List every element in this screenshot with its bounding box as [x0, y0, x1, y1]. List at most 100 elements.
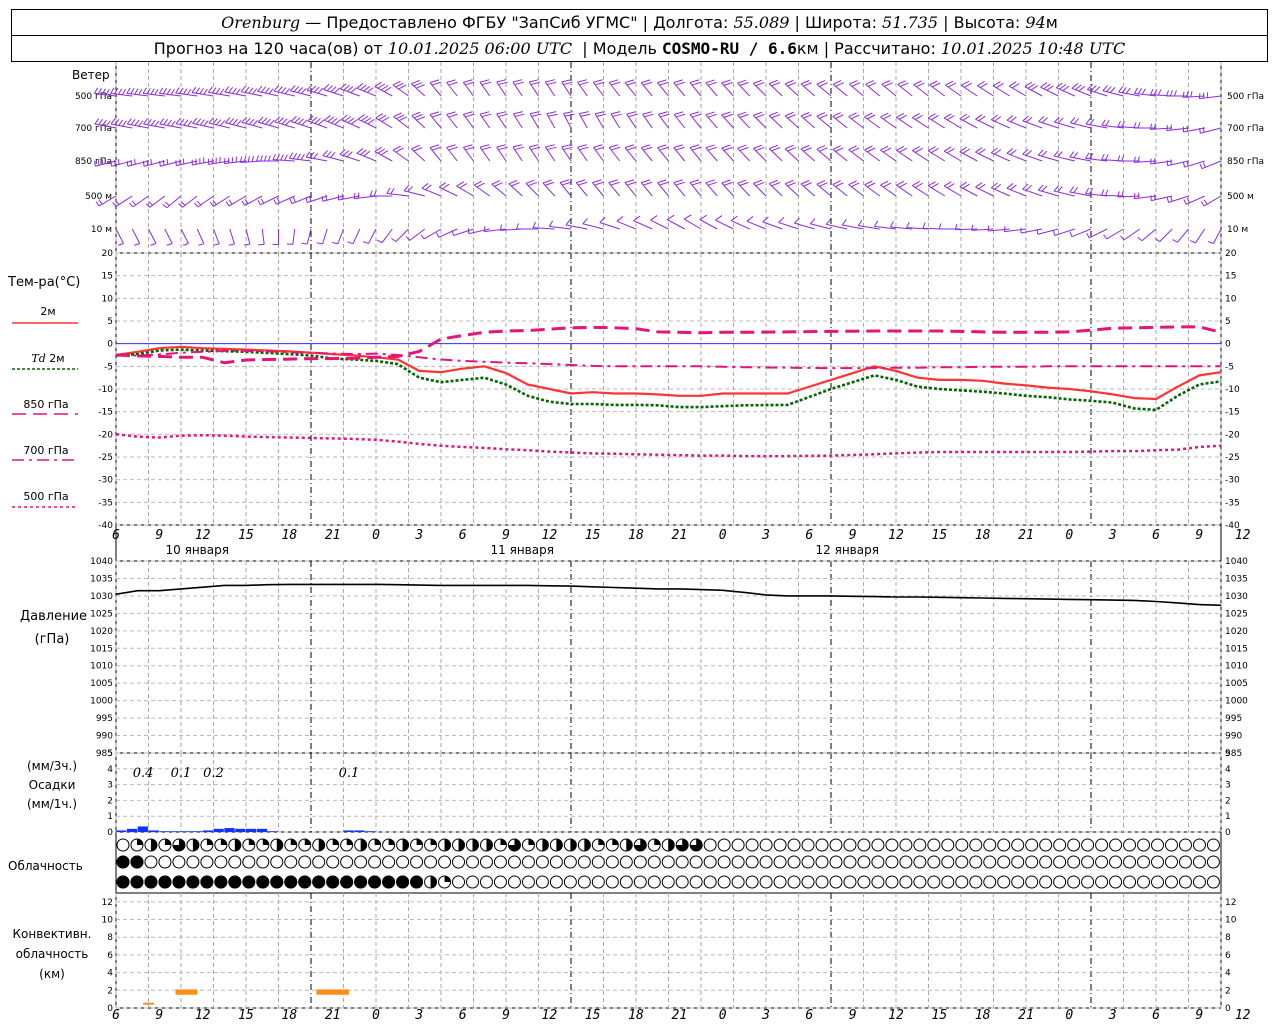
- wind-barb-flag: [154, 120, 160, 127]
- cloud-low: [731, 875, 745, 889]
- wind-barb-flag: [431, 146, 442, 151]
- xtick-bottom: 21: [1018, 1008, 1034, 1023]
- wind-barb-flag: [990, 147, 998, 154]
- wind-barb-flag: [1085, 187, 1090, 194]
- wind-barb-flag: [564, 113, 575, 117]
- wind-barb-flag: [207, 86, 213, 93]
- wind-barb-flag: [264, 87, 270, 94]
- wind-barb-flag: [737, 179, 747, 184]
- cloud-mid-full: [116, 855, 130, 869]
- wind-barb-staff: [896, 149, 913, 162]
- wind-barb-flag: [896, 145, 905, 151]
- wind-barb-flag: [897, 80, 906, 85]
- wind-barb-staff: [429, 82, 442, 97]
- cloud-high-part: [500, 839, 507, 845]
- wind-barb-flag: [1043, 83, 1051, 90]
- cloud-high: [1151, 838, 1165, 852]
- wind-barb-flag: [532, 221, 536, 228]
- wind-barb-flag: [1105, 189, 1109, 196]
- wind-barb-flag: [979, 82, 988, 88]
- xtick-temp: 0: [372, 528, 380, 543]
- cloud-low: [466, 875, 479, 889]
- cloud-low-full: [354, 875, 368, 889]
- wind-barb-flag: [416, 116, 426, 121]
- wind-barb-flag: [582, 218, 588, 225]
- wind-barb-flag: [898, 147, 907, 153]
- wind-barb-flag: [835, 182, 844, 187]
- wind-barb-flag: [284, 154, 288, 161]
- wind-barb-flag: [641, 144, 651, 149]
- cloud-mid: [1206, 855, 1220, 869]
- wind-barb-staff: [975, 151, 994, 162]
- wind-barb-flag: [268, 88, 274, 95]
- cloud-low: [703, 875, 717, 889]
- cloud-low: [997, 875, 1011, 889]
- wind-barb-staff: [616, 220, 637, 230]
- wind-barb-flag: [691, 113, 702, 118]
- xtick-temp: 12: [542, 528, 558, 543]
- cloud-low: [605, 875, 619, 889]
- wind-barb-flag: [256, 155, 259, 162]
- wind-barb-flag: [346, 151, 353, 158]
- wind-barb-staff: [832, 83, 848, 97]
- wind-barb-flag: [512, 144, 523, 148]
- wind-barb-flag: [851, 114, 860, 120]
- cloud-high-part: [374, 839, 381, 845]
- wind-barb-flag: [1125, 87, 1131, 94]
- cloud-high-part: [318, 839, 325, 851]
- wind-barb-flag: [163, 119, 169, 126]
- cloud-high: [899, 838, 913, 852]
- xtick-temp: 0: [719, 528, 727, 543]
- wind-barb-flag: [707, 181, 717, 186]
- wind-barb-staff: [115, 228, 124, 244]
- wind-barb-flag: [612, 113, 622, 117]
- wind-barb-flag: [628, 113, 638, 118]
- wind-barb-flag: [848, 145, 857, 151]
- ytick-right-prec: 0: [1225, 828, 1231, 838]
- cloud-low: [549, 875, 563, 889]
- cloud-low-part: [444, 876, 451, 882]
- cloud-high-part: [584, 839, 591, 851]
- xtick-temp: 21: [1018, 528, 1034, 543]
- wind-barb-staff: [322, 155, 344, 162]
- xtick-temp: 15: [932, 528, 948, 543]
- cloud-low: [675, 875, 689, 889]
- wind-barb-flag: [610, 146, 621, 151]
- wind-barb-flag: [383, 86, 392, 93]
- wind-barb-staff: [456, 185, 474, 197]
- wind-barb-flag: [938, 223, 942, 230]
- wind-barb-flag: [494, 182, 503, 187]
- wind-barb-flag: [322, 150, 328, 157]
- wind-barb-flag: [658, 111, 668, 115]
- wind-barb-flag: [150, 88, 155, 95]
- wind-barb-flag: [1103, 234, 1108, 240]
- ytick-left-pres: 995: [96, 714, 113, 724]
- wind-barb-staff: [927, 150, 946, 162]
- wind-barb-flag: [131, 200, 137, 206]
- wind-barb-flag: [150, 159, 153, 165]
- wind-barb-flag: [851, 147, 860, 153]
- wind-barb-flag: [546, 111, 557, 115]
- cloud-low: [1192, 875, 1206, 889]
- wind-barb-flag: [784, 79, 794, 85]
- cloud-low: [1109, 875, 1123, 889]
- wind-barb-staff: [473, 184, 491, 197]
- cloud-mid: [549, 855, 563, 869]
- wind-barb-flag: [978, 148, 986, 155]
- ytick-right-temp: 0: [1225, 340, 1231, 350]
- wind-barb-flag: [463, 144, 473, 148]
- wind-barb-flag: [1105, 120, 1110, 127]
- wind-barb-staff: [753, 148, 767, 162]
- wind-barb-flag: [1173, 90, 1177, 97]
- cloud-high: [997, 838, 1011, 852]
- precip-bar: [116, 830, 127, 832]
- ytick-right-temp: 15: [1225, 272, 1236, 282]
- wind-barb-flag: [884, 82, 893, 87]
- cloud-low: [1067, 875, 1081, 889]
- ytick-right-prec: 2: [1225, 796, 1231, 806]
- wind-barb-flag: [196, 200, 202, 206]
- wind-barb-flag: [739, 81, 749, 86]
- cloud-low-full: [186, 875, 200, 889]
- wind-barb-flag: [1198, 93, 1201, 99]
- xtick-bottom: 15: [932, 1008, 948, 1023]
